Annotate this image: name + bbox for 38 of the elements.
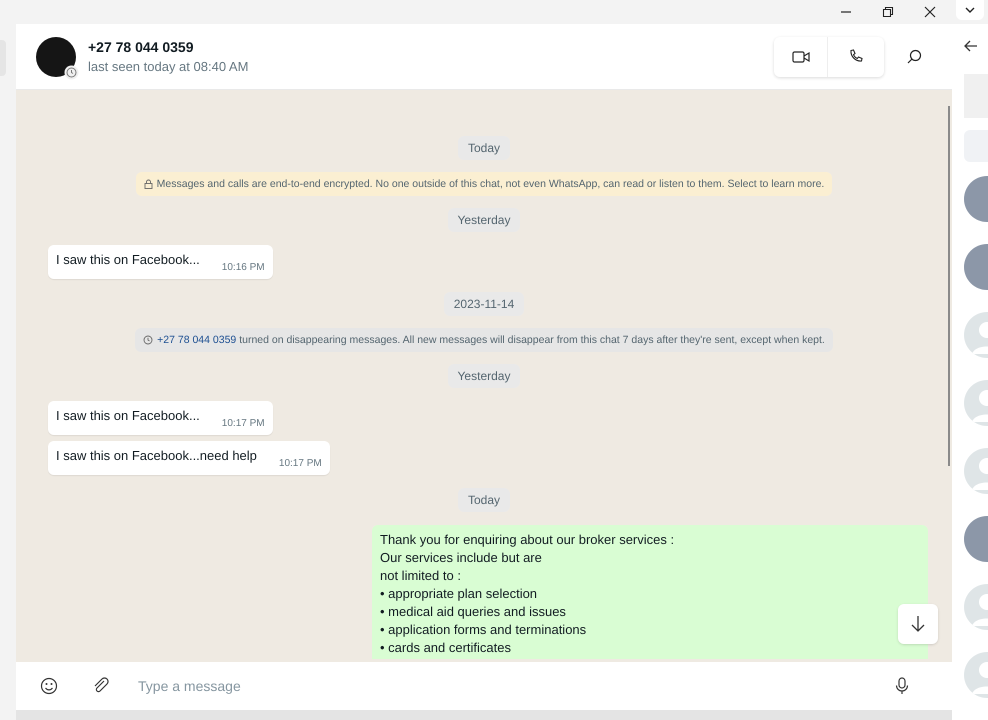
search-icon: [906, 49, 922, 64]
timer-badge-icon: [64, 64, 79, 80]
minimize-icon[interactable]: [840, 10, 852, 14]
notice-text: Messages and calls are end-to-end encrypted. No one outside of this chat, not even WhatsApp, can read or listen to them. Select to learn more.: [156, 177, 824, 191]
close-icon[interactable]: [924, 6, 936, 18]
message-text: • appropriate plan selection: [380, 585, 538, 603]
chevron-down-icon: [965, 7, 975, 13]
phone-icon: [848, 48, 864, 64]
last-seen-status: last seen today at 08:40 AM: [88, 58, 248, 76]
video-camera-icon: [792, 50, 810, 64]
message-composer-field[interactable]: Type a message: [16, 662, 952, 710]
message-time: 10:16 PM: [222, 261, 265, 275]
back-arrow-icon[interactable]: [964, 40, 978, 52]
phone-number-link[interactable]: +27 78 044 0359: [157, 334, 236, 346]
message-text: Thank you for enquiring about our broker services :: [380, 531, 676, 549]
message-text: • medical aid queries and issues: [380, 603, 567, 621]
message-text: I saw this on Facebook...: [56, 251, 200, 268]
encryption-notice[interactable]: Messages and calls are end-to-end encrypted. No one outside of this chat, not even WhatsApp, can read or listen to them. Select to learn more.: [136, 172, 832, 196]
contact-avatar[interactable]: [36, 36, 76, 76]
scroll-down-button[interactable]: [898, 604, 938, 644]
lock-icon: [144, 179, 153, 189]
emoji-button[interactable]: [40, 676, 60, 696]
dropdown-button[interactable]: [956, 0, 984, 20]
message-text: I saw this on Facebook...: [56, 407, 200, 424]
message-text: I saw this on Facebook...need help: [56, 447, 257, 464]
message-text: Our services include but are: [380, 549, 543, 567]
down-arrow-icon: [910, 615, 926, 633]
message-time: 10:17 PM: [278, 457, 322, 471]
message-text: • application forms and terminations: [380, 621, 588, 639]
restore-icon[interactable]: [882, 6, 894, 18]
message-text: not limited to :: [380, 567, 462, 585]
message-text: • cards and certificates: [380, 639, 512, 657]
notice-text: +27 78 044 0359 turned on disappearing messages. All new messages will disappear from this chat 7 days after they're sent, except when kept.: [157, 333, 825, 347]
timer-icon: [143, 335, 154, 345]
message-input[interactable]: Type a message: [138, 670, 890, 702]
contact-name: +27 78 044 0359: [88, 38, 194, 56]
message-time: 10:17 PM: [222, 417, 265, 431]
disappearing-messages-notice[interactable]: +27 78 044 0359 turned on disappearing messages. All new messages will disappear from this chat 7 days after they're sent, except when kept.: [135, 328, 833, 352]
